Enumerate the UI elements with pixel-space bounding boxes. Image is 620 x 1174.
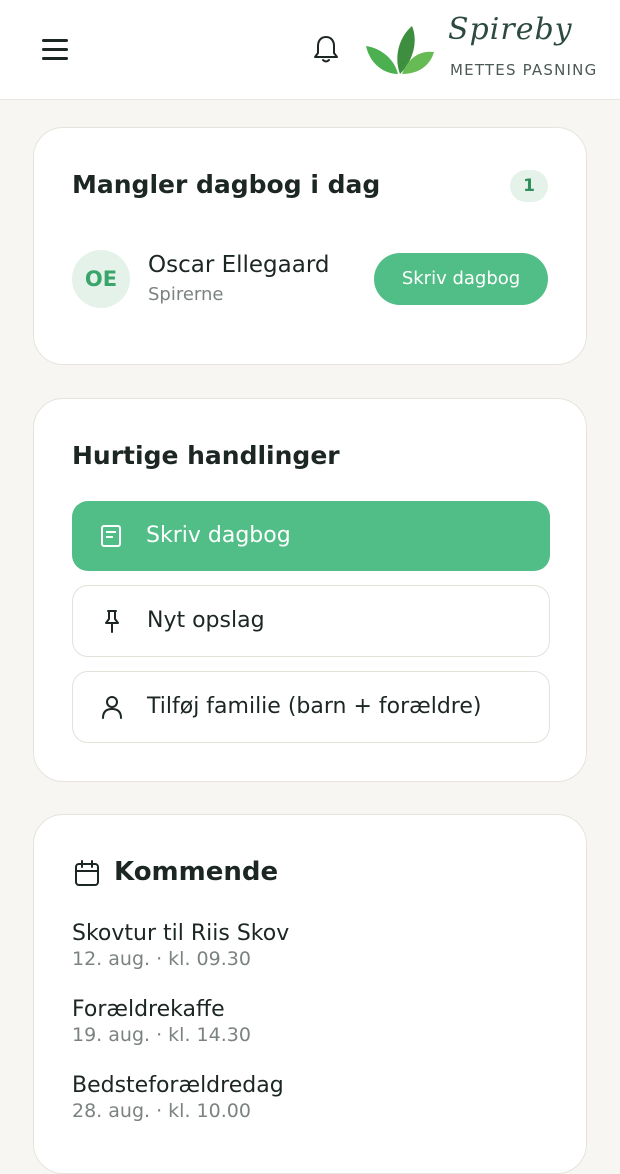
child-name: Oscar Ellegaard	[148, 252, 330, 278]
event-item[interactable]: Forældrekaffe 19. aug. · kl. 14.30	[72, 997, 251, 1046]
event-title: Skovtur til Riis Skov	[72, 921, 290, 946]
leaf-logo-icon	[366, 26, 434, 74]
event-date: 28. aug. · kl. 10.00	[72, 1100, 251, 1122]
add-family-action-button[interactable]: Tilføj familie (barn + forældre)	[72, 671, 550, 743]
write-diary-button[interactable]: Skriv dagbog	[374, 253, 548, 305]
event-title: Bedsteforældredag	[72, 1073, 284, 1098]
action-label: Tilføj familie (barn + forældre)	[147, 694, 482, 719]
count-badge: 1	[510, 170, 548, 202]
calendar-icon	[75, 860, 99, 886]
upcoming-title: Kommende	[114, 857, 279, 887]
quick-actions-title: Hurtige handlinger	[72, 441, 340, 470]
write-diary-action-button[interactable]: Skriv dagbog	[72, 501, 550, 571]
action-label: Nyt opslag	[147, 608, 265, 633]
new-post-action-button[interactable]: Nyt opslag	[72, 585, 550, 657]
event-date: 19. aug. · kl. 14.30	[72, 1024, 251, 1046]
quick-actions-card: Hurtige handlinger Skriv dagbog Nyt opsl…	[33, 398, 587, 782]
bell-icon[interactable]	[310, 32, 342, 66]
event-item[interactable]: Bedsteforældredag 28. aug. · kl. 10.00	[72, 1073, 284, 1122]
action-label: Skriv dagbog	[146, 523, 291, 548]
upcoming-card: Kommende Skovtur til Riis Skov 12. aug. …	[33, 814, 587, 1174]
avatar: OE	[72, 250, 130, 308]
brand-subtitle: METTES PASNING	[450, 61, 598, 79]
hamburger-menu-icon[interactable]	[40, 36, 72, 64]
event-date: 12. aug. · kl. 09.30	[72, 948, 251, 970]
event-title: Forældrekaffe	[72, 997, 225, 1022]
pin-icon	[105, 610, 119, 633]
missing-diary-title: Mangler dagbog i dag	[72, 170, 381, 199]
event-item[interactable]: Skovtur til Riis Skov 12. aug. · kl. 09.…	[72, 921, 289, 970]
missing-diary-card: Mangler dagbog i dag 1 OE Oscar Ellegaar…	[33, 127, 587, 365]
brand-name: Spireby	[448, 12, 573, 47]
person-icon	[102, 696, 122, 719]
child-group: Spirerne	[148, 284, 224, 305]
note-icon	[101, 525, 121, 547]
app-header: Spireby METTES PASNING	[0, 0, 620, 100]
